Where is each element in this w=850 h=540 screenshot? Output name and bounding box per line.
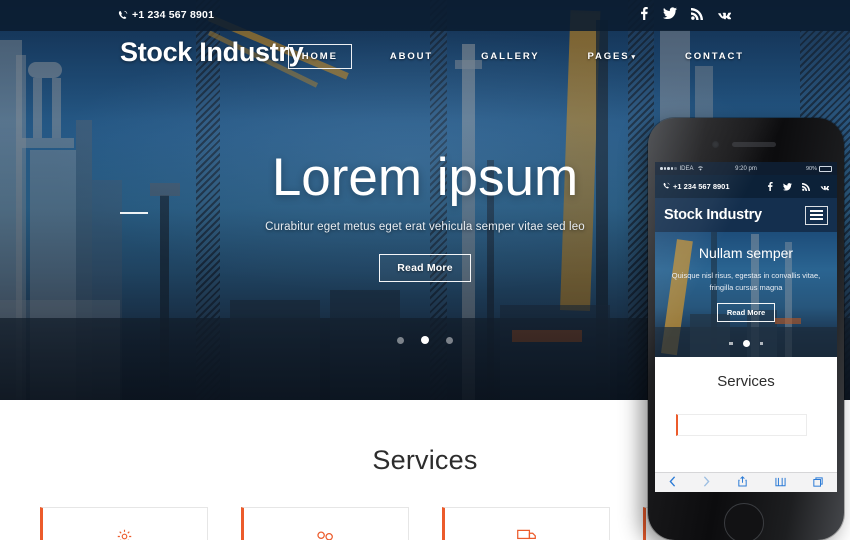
carousel-dot-3[interactable] <box>446 336 453 344</box>
forward-icon[interactable] <box>703 474 710 492</box>
header-phone[interactable]: +1 234 567 8901 <box>118 9 214 21</box>
rss-icon[interactable] <box>691 7 703 25</box>
phone-earpiece <box>732 142 776 147</box>
nav-item-about[interactable]: ABOUT <box>380 44 443 69</box>
nav-link-contact[interactable]: CONTACT <box>675 44 754 69</box>
page-root: +1 234 567 8901 Stock Industry HOME ABOU… <box>0 0 850 540</box>
vk-icon[interactable] <box>820 178 830 196</box>
hamburger-menu-icon[interactable] <box>805 205 828 225</box>
phone-camera-icon <box>712 141 719 148</box>
service-card-1[interactable] <box>39 507 208 540</box>
nav-item-home[interactable]: HOME <box>287 44 352 69</box>
nav-item-contact[interactable]: CONTACT <box>675 44 754 69</box>
twitter-icon[interactable] <box>663 7 677 25</box>
back-icon[interactable] <box>669 474 676 492</box>
phone-carousel-dot-1[interactable] <box>729 341 733 346</box>
nav-link-home[interactable]: HOME <box>287 44 352 69</box>
phone-site-logo[interactable]: Stock Industry <box>664 207 762 223</box>
phone-home-button[interactable] <box>724 503 764 540</box>
phone-services-title: Services <box>717 373 775 390</box>
tabs-icon[interactable] <box>813 474 823 492</box>
service-card-2[interactable] <box>240 507 409 540</box>
phone-hero-content: Nullam semper Quisque nisl risus, egesta… <box>655 232 837 323</box>
nav-link-pages[interactable]: PAGES ▾ <box>577 44 646 69</box>
bookmarks-icon[interactable] <box>774 474 786 492</box>
nav-link-gallery[interactable]: GALLERY <box>471 44 549 69</box>
share-icon[interactable] <box>738 474 747 492</box>
phone-icon <box>663 182 670 192</box>
phone-carousel-dot-2[interactable] <box>742 340 750 347</box>
phone-header: Stock Industry <box>655 198 837 232</box>
phone-carousel-dot-3[interactable] <box>759 341 763 346</box>
phone-hero-subtitle: Quisque nisl risus, egestas in convallis… <box>671 271 821 292</box>
site-logo[interactable]: Stock Industry <box>120 37 304 68</box>
facebook-icon[interactable] <box>639 7 649 25</box>
chevron-down-icon: ▾ <box>631 54 637 61</box>
phone-icon <box>118 10 128 21</box>
header-phone-label: +1 234 567 8901 <box>132 9 215 21</box>
nav-item-gallery[interactable]: GALLERY <box>471 44 549 69</box>
gear-icon <box>116 528 133 540</box>
top-utility-bar: +1 234 567 8901 <box>0 0 850 31</box>
phone-mockup: IDEA 9:20 pm 90% +1 234 567 8901 Stock I… <box>648 118 844 540</box>
rss-icon[interactable] <box>802 178 810 196</box>
phone-top-utility-bar: +1 234 567 8901 <box>655 175 837 198</box>
hero-read-more-button[interactable]: Read More <box>379 253 471 282</box>
phone-hero-title: Nullam semper <box>698 245 794 261</box>
settings-cogs-icon <box>316 528 335 540</box>
twitter-icon[interactable] <box>783 178 792 196</box>
truck-icon <box>517 528 536 540</box>
phone-status-bar: IDEA 9:20 pm 90% <box>655 162 837 175</box>
carousel-dot-1[interactable] <box>397 336 404 344</box>
nav-link-about[interactable]: ABOUT <box>380 44 443 69</box>
phone-read-more-button[interactable]: Read More <box>716 303 776 323</box>
phone-header-phone[interactable]: +1 234 567 8901 <box>663 182 730 192</box>
phone-hero: Nullam semper Quisque nisl risus, egesta… <box>655 232 837 357</box>
phone-carousel-indicators <box>655 340 837 347</box>
phone-service-card[interactable] <box>676 414 807 436</box>
facebook-icon[interactable] <box>767 178 773 196</box>
phone-screen: IDEA 9:20 pm 90% +1 234 567 8901 Stock I… <box>655 162 837 492</box>
phone-clock: 9:20 pm <box>735 165 757 172</box>
main-nav: HOME ABOUT GALLERY PAGES ▾ CONTACT <box>287 44 754 69</box>
service-card-3[interactable] <box>441 507 610 540</box>
social-links <box>639 7 732 25</box>
vk-icon[interactable] <box>717 7 732 25</box>
phone-browser-toolbar <box>655 472 837 492</box>
nav-item-pages[interactable]: PAGES ▾ <box>577 44 646 69</box>
main-navigation-bar: Stock Industry HOME ABOUT GALLERY PAGES ▾… <box>0 31 850 87</box>
carousel-dot-2[interactable] <box>421 336 429 344</box>
nav-link-pages-label: PAGES <box>587 51 630 62</box>
phone-social-links <box>767 178 830 196</box>
phone-header-phone-label: +1 234 567 8901 <box>673 182 730 191</box>
